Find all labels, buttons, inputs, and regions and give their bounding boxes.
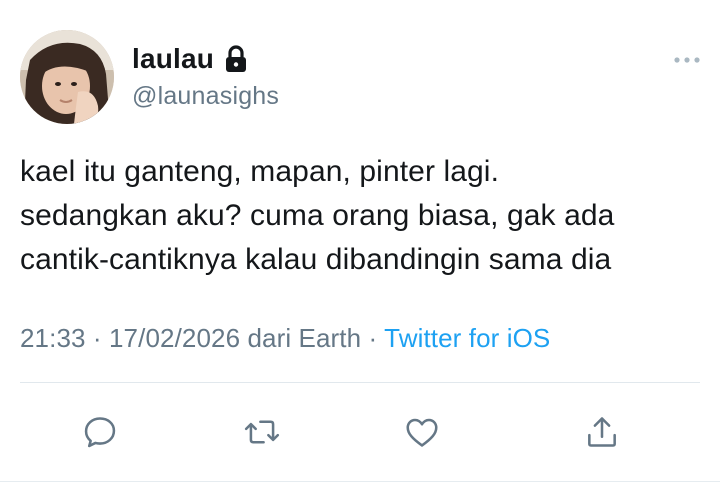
action-bar [0, 410, 720, 454]
retweet-button[interactable] [240, 410, 284, 454]
avatar[interactable] [20, 30, 114, 124]
retweet-icon [244, 420, 280, 444]
display-name-row: laulau [132, 42, 279, 76]
lock-icon [224, 45, 248, 73]
tweet-line: kael itu ganteng, mapan, pinter lagi. [20, 155, 500, 188]
tweet-time[interactable]: 21:33 [20, 323, 86, 353]
reply-button[interactable] [78, 410, 122, 454]
heart-icon [406, 418, 438, 447]
tweet-line: cantik-cantiknya kalau dibandingin sama … [20, 243, 612, 276]
like-button[interactable] [400, 410, 444, 454]
tweet-text: kael itu ganteng, mapan, pinter lagi. se… [20, 150, 710, 282]
tweet-meta: 21:33 · 17/02/2026 dari Earth · Twitter … [20, 323, 550, 354]
tweet-line: sedangkan aku? cuma orang biasa, gak ada [20, 199, 615, 232]
tweet-header: laulau @launasighs [20, 30, 710, 126]
meta-separator: · [92, 323, 102, 353]
tweet-date[interactable]: 17/02/2026 [109, 323, 240, 353]
user-handle[interactable]: @launasighs [132, 82, 279, 111]
tweet-location: dari Earth [247, 323, 362, 353]
avatar-photo [20, 30, 114, 124]
tweet-source-link[interactable]: Twitter for iOS [384, 323, 550, 353]
meta-separator: · [368, 323, 378, 353]
more-horizontal-icon[interactable] [672, 52, 702, 63]
user-names: laulau @launasighs [132, 42, 279, 111]
bottom-divider [0, 481, 720, 482]
share-icon [588, 417, 616, 447]
display-name[interactable]: laulau [132, 43, 214, 75]
share-button[interactable] [580, 410, 624, 454]
divider [20, 382, 700, 383]
reply-icon [84, 417, 116, 448]
